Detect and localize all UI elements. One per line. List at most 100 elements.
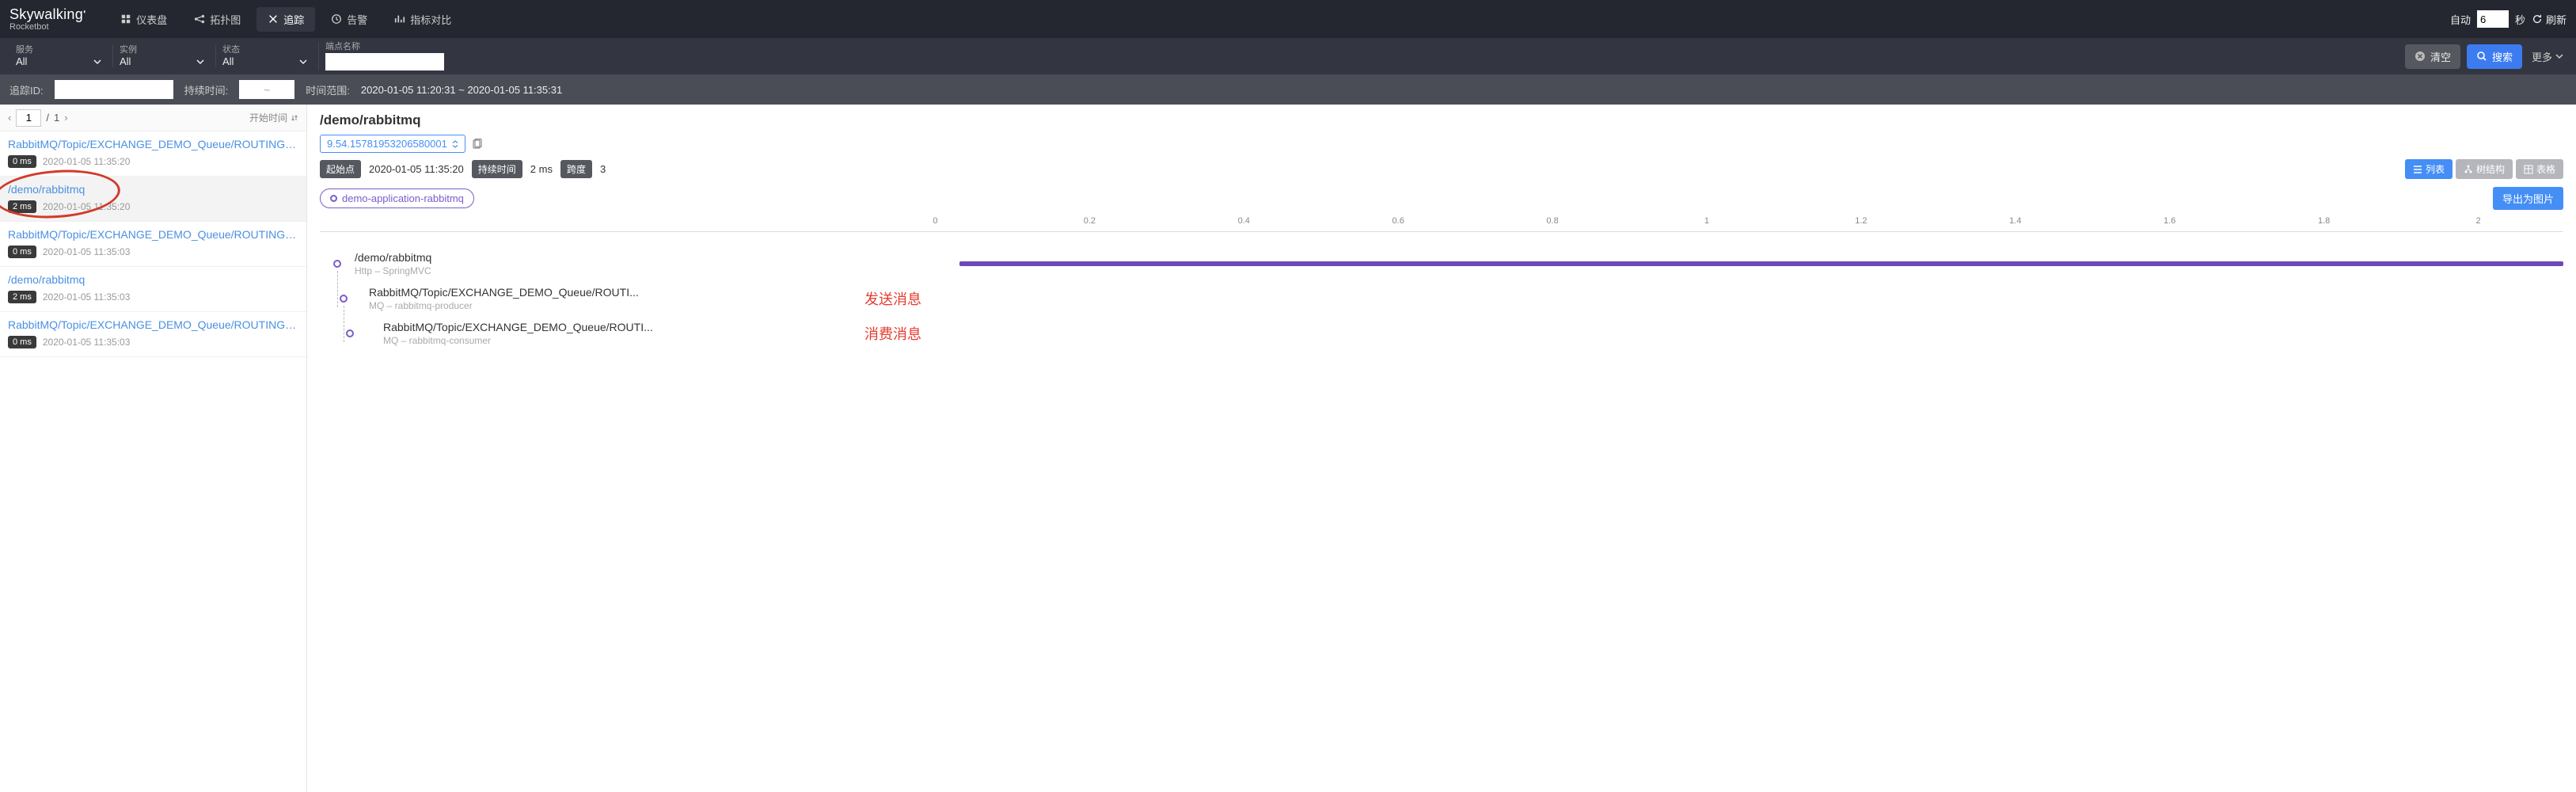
duration-label: 持续时间: [184, 82, 229, 97]
span-row[interactable]: RabbitMQ/Topic/EXCHANGE_DEMO_Queue/ROUTI… [320, 281, 2563, 316]
refresh-label: 刷新 [2546, 12, 2567, 27]
trace-item-time: 2020-01-05 11:35:03 [43, 337, 131, 348]
span-row[interactable]: RabbitMQ/Topic/EXCHANGE_DEMO_Queue/ROUTI… [320, 316, 2563, 351]
span-dot-icon [333, 260, 341, 268]
trace-item[interactable]: /demo/rabbitmq2 ms2020-01-05 11:35:03 [0, 267, 306, 312]
nav-compare[interactable]: 指标对比 [383, 7, 462, 32]
start-label: 起始点 [320, 160, 361, 178]
axis-tick: 0.6 [1321, 216, 1476, 226]
refresh-button[interactable]: 刷新 [2532, 12, 2567, 27]
more-label: 更多 [2532, 49, 2552, 64]
pager-prev[interactable]: ‹ [8, 112, 11, 124]
filter-state[interactable]: 状态 All [215, 45, 318, 67]
nav-dashboard-label: 仪表盘 [136, 12, 167, 27]
nav-alarm[interactable]: 告警 [320, 7, 378, 32]
traceid-input[interactable] [55, 80, 173, 99]
nav-alarm-label: 告警 [347, 12, 367, 27]
filter-service[interactable]: 服务 All [9, 45, 112, 67]
duration-input[interactable] [239, 80, 294, 99]
refresh-icon [2532, 13, 2543, 25]
chevron-down-icon [299, 58, 307, 66]
pager-next[interactable]: › [64, 112, 67, 124]
timerange-label: 时间范围: [306, 82, 350, 97]
trace-id-select[interactable]: 9.54.15781953206580001 [320, 135, 465, 153]
auto-refresh: 自动 秒 刷新 [2450, 10, 2567, 28]
auto-seconds-input[interactable] [2477, 10, 2509, 28]
start-value: 2020-01-05 11:35:20 [369, 163, 464, 175]
trace-item-time: 2020-01-05 11:35:03 [43, 291, 131, 303]
updown-icon [452, 140, 458, 148]
view-tree-button[interactable]: 树结构 [2456, 159, 2513, 179]
filter-endpoint-label: 端点名称 [325, 42, 444, 52]
chevron-down-icon [2555, 52, 2563, 60]
filter-bar-2: 追踪ID: 持续时间: 时间范围: 2020-01-05 11:20:31 ~ … [0, 74, 2576, 105]
filter-instance-value: All [120, 55, 131, 67]
trace-list-panel: ‹ / 1 › 开始时间 RabbitMQ/Topic/EXCHANGE_DEM… [0, 105, 307, 792]
view-list-label: 列表 [2426, 162, 2445, 176]
span-sub: MQ – rabbitmq-consumer [383, 335, 845, 346]
alarm-icon [331, 13, 342, 25]
dur-label: 持续时间 [472, 160, 522, 178]
trace-list-header: ‹ / 1 › 开始时间 [0, 105, 306, 131]
filter-instance[interactable]: 实例 All [112, 45, 215, 67]
export-image-button[interactable]: 导出为图片 [2493, 187, 2563, 210]
trace-item[interactable]: RabbitMQ/Topic/EXCHANGE_DEMO_Queue/ROUTI… [0, 131, 306, 177]
trace-item-duration: 2 ms [8, 200, 36, 213]
axis-tick: 1.4 [1938, 216, 2092, 226]
nav-topology[interactable]: 拓扑图 [183, 7, 252, 32]
compare-icon [394, 13, 405, 25]
trace-item-duration: 0 ms [8, 336, 36, 348]
auto-label: 自动 [2450, 12, 2471, 27]
nav: 仪表盘 拓扑图 追踪 告警 指标对比 [109, 7, 462, 32]
view-list-button[interactable]: 列表 [2405, 159, 2453, 179]
legend-chip[interactable]: demo-application-rabbitmq [320, 188, 474, 208]
trace-item-time: 2020-01-05 11:35:20 [43, 201, 131, 212]
axis-tick: 0.4 [1167, 216, 1321, 226]
nav-dashboard[interactable]: 仪表盘 [109, 7, 178, 32]
span-name: /demo/rabbitmq [355, 251, 845, 264]
filter-instance-label: 实例 [120, 45, 204, 55]
trace-item[interactable]: /demo/rabbitmq 2 ms 2020-01-05 11:35:20 [0, 177, 306, 222]
span-annotation: 消费消息 [864, 323, 959, 344]
span-dot-icon [340, 295, 348, 303]
pager: ‹ / 1 › [8, 109, 68, 127]
tree-icon [2464, 165, 2473, 174]
trace-icon [268, 13, 279, 25]
filter-endpoint-input[interactable] [325, 53, 444, 70]
more-button[interactable]: 更多 [2529, 44, 2567, 69]
dur-value: 2 ms [530, 163, 553, 175]
span-row[interactable]: /demo/rabbitmqHttp – SpringMVC [320, 246, 2563, 281]
main: ‹ / 1 › 开始时间 RabbitMQ/Topic/EXCHANGE_DEM… [0, 105, 2576, 792]
copy-icon[interactable] [472, 139, 483, 150]
timerange-value[interactable]: 2020-01-05 11:20:31 ~ 2020-01-05 11:35:3… [361, 84, 562, 96]
detail-title: /demo/rabbitmq [320, 112, 2563, 128]
axis-tick: 1.8 [2247, 216, 2401, 226]
axis-tick: 1 [1630, 216, 1784, 226]
filter-service-value: All [16, 55, 27, 67]
axis-tick: 1.2 [1784, 216, 1938, 226]
logo: Skywalking◐ Rocketbot [9, 7, 87, 32]
pager-page-input[interactable] [16, 109, 41, 127]
filter-endpoint: 端点名称 [318, 42, 455, 70]
trace-item-time: 2020-01-05 11:35:20 [43, 156, 131, 167]
trace-item[interactable]: RabbitMQ/Topic/EXCHANGE_DEMO_Queue/ROUTI… [0, 222, 306, 267]
view-table-label: 表格 [2536, 162, 2555, 176]
trace-item[interactable]: RabbitMQ/Topic/EXCHANGE_DEMO_Queue/ROUTI… [0, 312, 306, 357]
view-table-button[interactable]: 表格 [2516, 159, 2563, 179]
span-label: 跨度 [560, 160, 592, 178]
axis-tick: 2 [2401, 216, 2555, 226]
nav-trace[interactable]: 追踪 [256, 7, 315, 32]
view-tree-label: 树结构 [2476, 162, 2505, 176]
logo-subtext: Rocketbot [9, 23, 87, 32]
trace-item-name: /demo/rabbitmq [8, 183, 298, 196]
trace-item-duration: 2 ms [8, 291, 36, 303]
trace-item-duration: 0 ms [8, 246, 36, 258]
span-name: RabbitMQ/Topic/EXCHANGE_DEMO_Queue/ROUTI… [369, 286, 845, 299]
clear-button[interactable]: 清空 [2405, 44, 2460, 69]
nav-compare-label: 指标对比 [410, 12, 451, 27]
axis-tick: 0.8 [1476, 216, 1630, 226]
pager-sep: / [46, 112, 49, 124]
nav-trace-label: 追踪 [283, 12, 304, 27]
search-button[interactable]: 搜索 [2467, 44, 2522, 69]
sort-dropdown[interactable]: 开始时间 [249, 111, 298, 124]
